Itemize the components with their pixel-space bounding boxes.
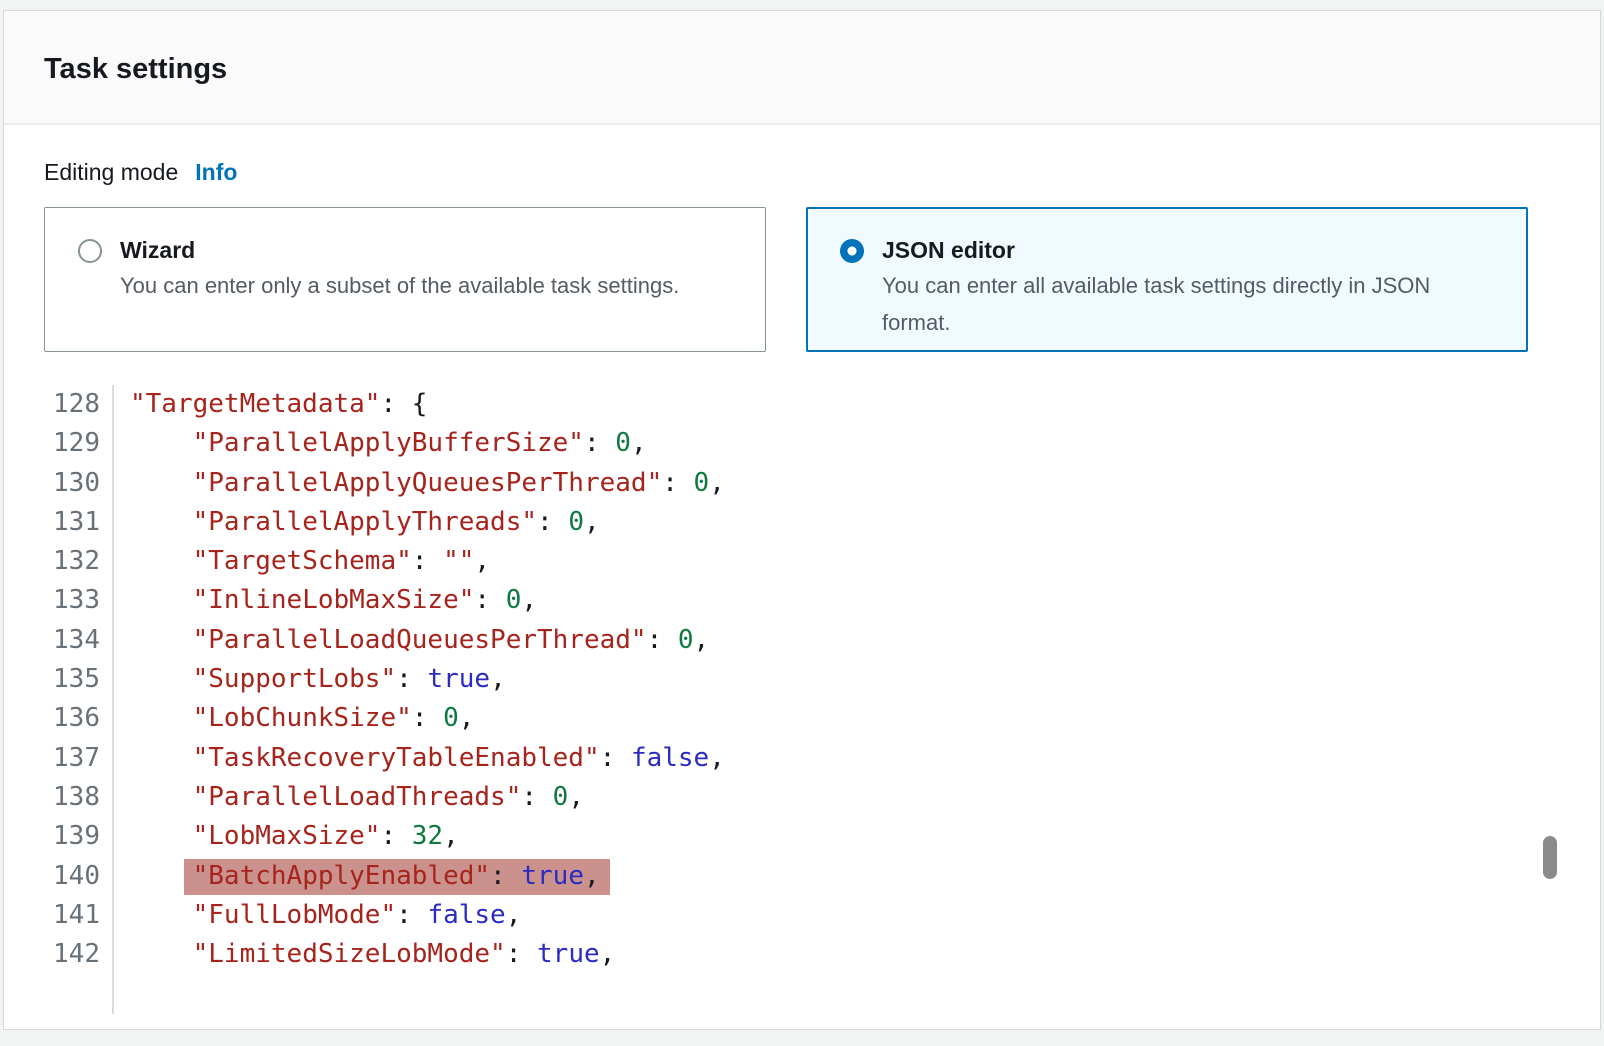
json-editor-option-description: You can enter all available task setting… [882, 267, 1499, 341]
code-line[interactable]: 136 "LobChunkSize": 0, [44, 699, 1560, 738]
code-line-text: "ParallelLoadThreads": 0, [114, 778, 584, 817]
line-number: 137 [44, 739, 114, 778]
info-link[interactable]: Info [195, 159, 237, 186]
json-code-editor[interactable]: 128"TargetMetadata": {129 "ParallelApply… [44, 385, 1560, 1014]
line-number: 135 [44, 660, 114, 699]
code-line-text: "FullLobMode": false, [114, 896, 521, 935]
wizard-option-description: You can enter only a subset of the avail… [120, 267, 679, 304]
code-line[interactable]: 141 "FullLobMode": false, [44, 896, 1560, 935]
panel-header: Task settings [4, 11, 1600, 125]
code-line-text: "LobChunkSize": 0, [114, 699, 474, 738]
code-line[interactable]: 131 "ParallelApplyThreads": 0, [44, 503, 1560, 542]
highlighted-code: "BatchApplyEnabled": true, [184, 859, 610, 895]
editing-mode-label: Editing mode [44, 157, 178, 187]
code-line-text: "TargetMetadata": { [114, 385, 427, 424]
code-line[interactable]: 128"TargetMetadata": { [44, 385, 1560, 424]
code-line[interactable]: 134 "ParallelLoadQueuesPerThread": 0, [44, 621, 1560, 660]
line-number: 136 [44, 699, 114, 738]
code-line[interactable]: 132 "TargetSchema": "", [44, 542, 1560, 581]
line-number: 131 [44, 503, 114, 542]
code-line-text: "TaskRecoveryTableEnabled": false, [114, 739, 725, 778]
line-number: 129 [44, 424, 114, 463]
code-line[interactable]: 139 "LobMaxSize": 32, [44, 817, 1560, 856]
wizard-option-label: Wizard [120, 233, 679, 267]
line-number: 133 [44, 581, 114, 620]
page-title: Task settings [44, 49, 1560, 89]
code-line-text: "ParallelLoadQueuesPerThread": 0, [114, 621, 709, 660]
task-settings-panel: Task settings Editing mode Info Wizard Y… [3, 10, 1601, 1030]
code-line-text: "ParallelApplyQueuesPerThread": 0, [114, 464, 725, 503]
code-line-text: "BatchApplyEnabled": true, [114, 857, 610, 896]
code-line-text: "LobMaxSize": 32, [114, 817, 459, 856]
line-number: 134 [44, 621, 114, 660]
code-line[interactable]: 138 "ParallelLoadThreads": 0, [44, 778, 1560, 817]
panel-body: Editing mode Info Wizard You can enter o… [4, 157, 1600, 1014]
code-line[interactable]: 135 "SupportLobs": true, [44, 660, 1560, 699]
code-line[interactable] [44, 974, 1560, 1013]
code-line[interactable]: 133 "InlineLobMaxSize": 0, [44, 581, 1560, 620]
wizard-option-text: Wizard You can enter only a subset of th… [120, 233, 679, 304]
line-number: 141 [44, 896, 114, 935]
line-number: 142 [44, 935, 114, 974]
line-number: 130 [44, 464, 114, 503]
code-line-text [114, 974, 130, 1013]
line-number: 138 [44, 778, 114, 817]
editor-scrollbar-thumb[interactable] [1543, 836, 1557, 879]
json-editor-option-text: JSON editor You can enter all available … [882, 233, 1499, 341]
code-line[interactable]: 130 "ParallelApplyQueuesPerThread": 0, [44, 464, 1560, 503]
code-line[interactable]: 137 "TaskRecoveryTableEnabled": false, [44, 739, 1560, 778]
json-editor-option-tile[interactable]: JSON editor You can enter all available … [806, 207, 1528, 352]
line-number: 139 [44, 817, 114, 856]
code-line[interactable]: 140 "BatchApplyEnabled": true, [44, 857, 1560, 896]
code-line-text: "ParallelApplyBufferSize": 0, [114, 424, 647, 463]
line-number: 128 [44, 385, 114, 424]
code-line[interactable]: 142 "LimitedSizeLobMode": true, [44, 935, 1560, 974]
code-line-text: "LimitedSizeLobMode": true, [114, 935, 615, 974]
code-line-text: "SupportLobs": true, [114, 660, 506, 699]
json-editor-option-label: JSON editor [882, 233, 1499, 267]
wizard-radio-icon[interactable] [78, 239, 102, 263]
code-line-text: "TargetSchema": "", [114, 542, 490, 581]
line-number: 132 [44, 542, 114, 581]
line-number [44, 974, 114, 1013]
code-line-text: "InlineLobMaxSize": 0, [114, 581, 537, 620]
code-line-text: "ParallelApplyThreads": 0, [114, 503, 600, 542]
line-number: 140 [44, 857, 114, 896]
wizard-option-tile[interactable]: Wizard You can enter only a subset of th… [44, 207, 766, 352]
editing-mode-row: Editing mode Info [44, 157, 1560, 187]
editing-mode-options: Wizard You can enter only a subset of th… [44, 207, 1560, 352]
json-editor-radio-icon[interactable] [840, 239, 864, 263]
code-line[interactable]: 129 "ParallelApplyBufferSize": 0, [44, 424, 1560, 463]
